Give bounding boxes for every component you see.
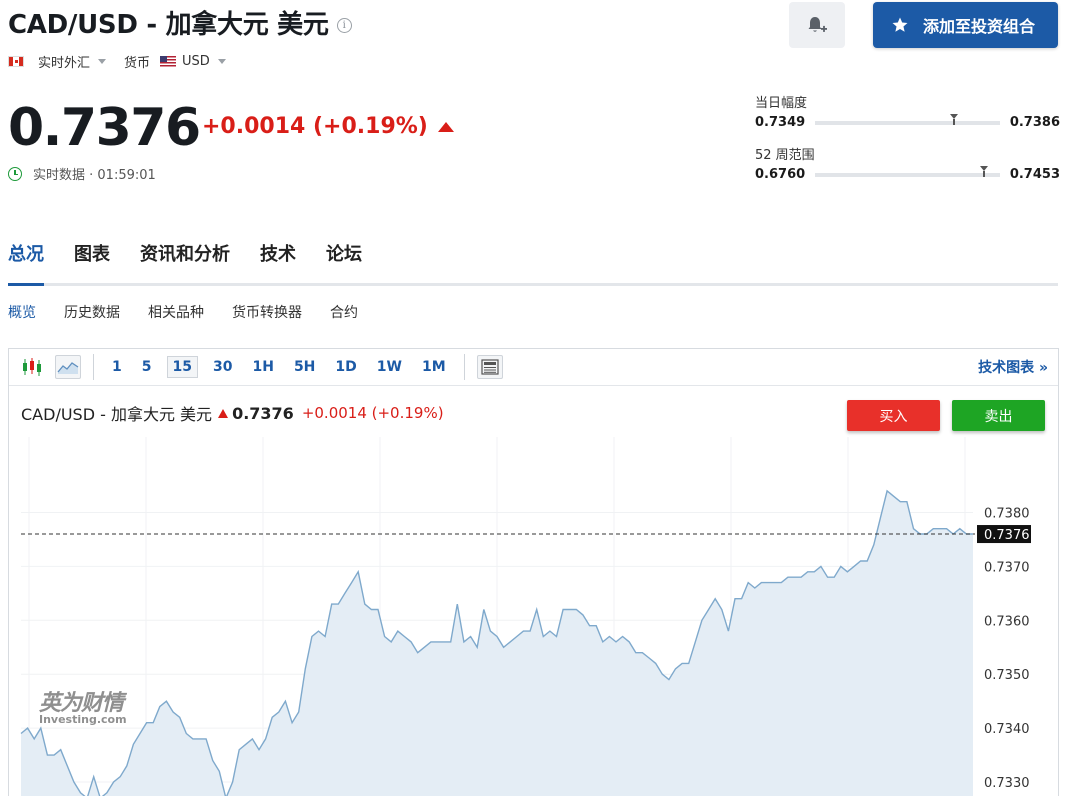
area-chart-icon[interactable] xyxy=(55,355,81,379)
toolbar-divider xyxy=(93,354,94,380)
tab-news-analysis[interactable]: 资讯和分析 xyxy=(140,236,230,283)
price-chart[interactable]: 0.7380 0.7370 0.7360 0.7350 0.7340 0.7330 0.73… xyxy=(9,437,1058,796)
day-range-low: 0.7349 xyxy=(755,115,806,130)
chart-widget: 1 5 15 30 1H 5H 1D 1W 1M 技术图表 » CAD/USD … xyxy=(8,348,1059,796)
sub-tabs: 概览 历史数据 相关品种 货币转换器 合约 xyxy=(8,302,386,322)
watermark-logo: 英为财情 Investing.com xyxy=(39,685,127,726)
interval-1d[interactable]: 1D xyxy=(330,357,361,377)
y-tick-label: 0.7380 xyxy=(984,506,1030,521)
bell-plus-icon xyxy=(808,17,827,32)
up-arrow-icon xyxy=(437,121,454,132)
y-tick-label: 0.7370 xyxy=(984,560,1030,575)
price-change-value: +0.0014 (+0.19%) xyxy=(202,114,428,139)
tab-overview[interactable]: 总况 xyxy=(8,236,44,286)
market-type-selector[interactable]: 实时外汇 xyxy=(38,52,107,71)
interval-1h[interactable]: 1H xyxy=(247,357,278,377)
technical-chart-link[interactable]: 技术图表 » xyxy=(978,357,1048,377)
chevron-down-icon xyxy=(217,58,226,64)
clock-icon xyxy=(8,166,22,181)
chart-instrument-name: CAD/USD - 加拿大元 美元 xyxy=(21,405,213,424)
last-price: 0.7376 xyxy=(8,98,201,158)
info-icon[interactable]: i xyxy=(336,18,352,33)
instrument-meta: 实时外汇 货币 USD xyxy=(8,52,226,71)
y-tick-label: 0.7340 xyxy=(984,722,1030,737)
realtime-status: 实时数据 · 01:59:01 xyxy=(8,164,156,183)
realtime-text: 实时数据 · 01:59:01 xyxy=(33,168,156,183)
interval-30[interactable]: 30 xyxy=(208,357,237,377)
day-range-marker xyxy=(949,113,958,125)
instrument-title: CAD/USD - 加拿大元 美元 xyxy=(8,10,329,40)
add-to-portfolio-button[interactable]: 添加至投资组合 xyxy=(873,2,1058,48)
interval-1m[interactable]: 1M xyxy=(417,357,451,377)
week52-range-low: 0.6760 xyxy=(755,167,806,182)
week52-range-marker xyxy=(979,165,988,177)
subtab-contracts[interactable]: 合约 xyxy=(330,302,358,322)
day-range: 当日幅度 0.7349 0.7386 xyxy=(755,92,1060,130)
interval-15[interactable]: 15 xyxy=(166,356,198,378)
chart-toolbar: 1 5 15 30 1H 5H 1D 1W 1M 技术图表 » xyxy=(9,349,1058,386)
y-tick-label: 0.7350 xyxy=(984,668,1030,683)
currency-value: USD xyxy=(182,53,210,69)
tab-forum[interactable]: 论坛 xyxy=(326,236,362,283)
interval-1[interactable]: 1 xyxy=(107,357,127,377)
week52-range-label: 52 周范围 xyxy=(755,148,815,163)
chevron-down-icon xyxy=(98,58,107,64)
watermark-en: Investing.com xyxy=(39,713,127,726)
y-tick-label: 0.7330 xyxy=(984,776,1030,791)
tab-chart[interactable]: 图表 xyxy=(74,236,110,283)
chart-change: +0.0014 (+0.19%) xyxy=(301,404,444,422)
current-price-label: 0.7376 xyxy=(984,528,1030,543)
day-range-bar xyxy=(815,113,1000,125)
canada-flag-icon xyxy=(8,55,24,67)
alert-button[interactable] xyxy=(789,2,845,48)
subtab-historical-data[interactable]: 历史数据 xyxy=(64,302,120,322)
sell-button[interactable]: 卖出 xyxy=(952,400,1045,431)
y-tick-label: 0.7360 xyxy=(984,614,1030,629)
add-to-portfolio-label: 添加至投资组合 xyxy=(923,17,1036,36)
currency-selector[interactable]: USD xyxy=(182,54,226,69)
up-arrow-icon xyxy=(218,408,229,418)
subtab-currency-converter[interactable]: 货币转换器 xyxy=(232,302,302,322)
week52-range-bar xyxy=(815,165,1000,177)
chart-header: CAD/USD - 加拿大元 美元 0.7376 +0.0014 (+0.19%… xyxy=(21,401,444,425)
page-title: CAD/USD - 加拿大元 美元 i xyxy=(8,4,352,41)
subtab-summary[interactable]: 概览 xyxy=(8,302,36,322)
buy-button[interactable]: 买入 xyxy=(847,400,940,431)
interval-5h[interactable]: 5H xyxy=(289,357,320,377)
main-tabs: 总况 图表 资讯和分析 技术 论坛 xyxy=(8,236,1058,286)
week52-range-high: 0.7453 xyxy=(1009,167,1060,182)
us-flag-icon xyxy=(160,55,177,67)
subtab-related-instruments[interactable]: 相关品种 xyxy=(148,302,204,322)
star-icon xyxy=(892,17,908,32)
toolbar-divider xyxy=(463,354,465,380)
price-change: +0.0014 (+0.19%) xyxy=(202,114,454,139)
day-range-label: 当日幅度 xyxy=(755,96,808,111)
day-range-high: 0.7386 xyxy=(1009,115,1060,130)
currency-label: 货币 xyxy=(124,55,151,71)
interval-1w[interactable]: 1W xyxy=(372,357,407,377)
week52-range: 52 周范围 0.6760 0.7453 xyxy=(755,144,1060,182)
news-table-icon[interactable] xyxy=(476,355,503,379)
chart-price: 0.7376 xyxy=(232,403,294,423)
tab-technical[interactable]: 技术 xyxy=(260,236,296,283)
candlestick-icon[interactable] xyxy=(19,355,45,379)
market-type-label: 实时外汇 xyxy=(38,55,91,71)
interval-5[interactable]: 5 xyxy=(137,357,157,377)
